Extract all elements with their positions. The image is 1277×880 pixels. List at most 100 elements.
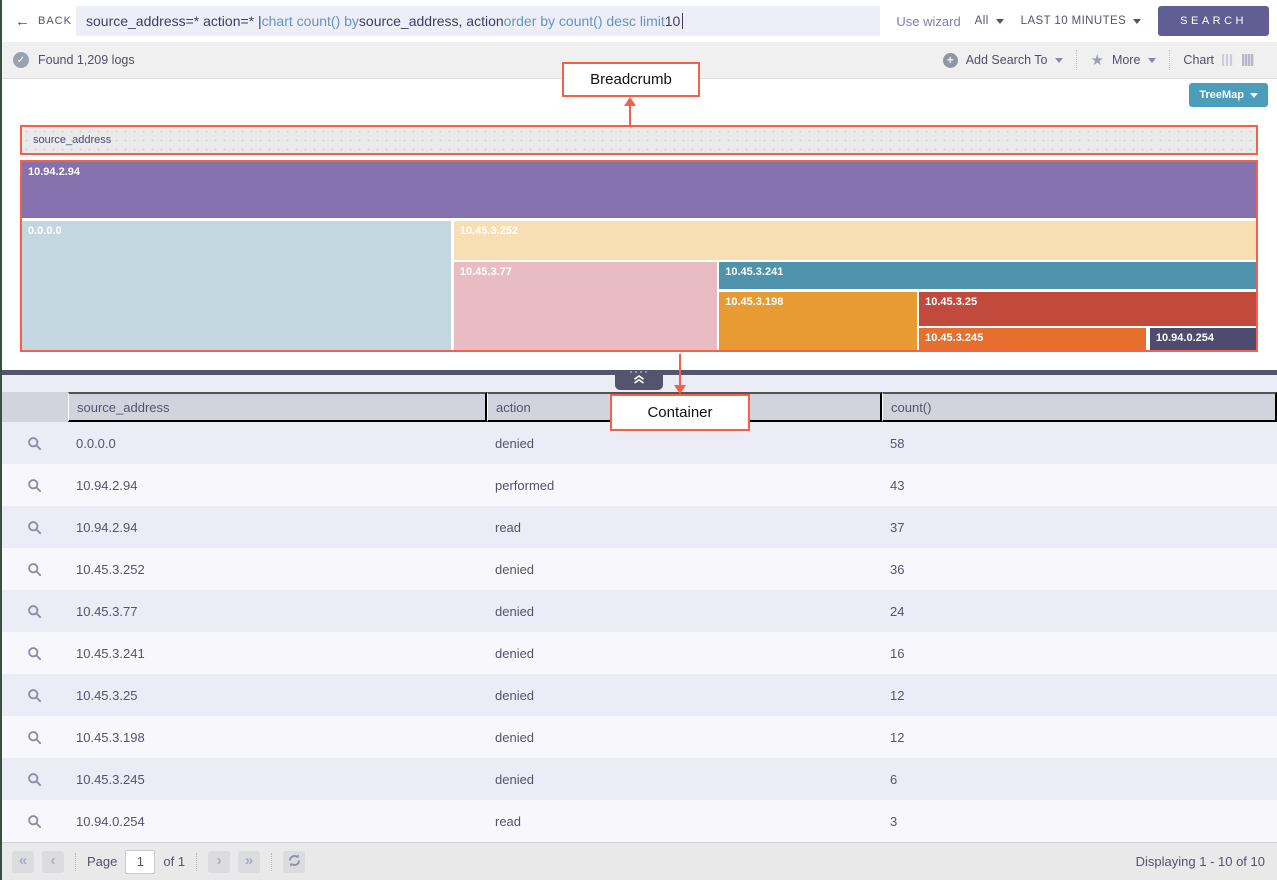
query-segment: source_address, action (359, 13, 504, 29)
time-range-dropdown[interactable]: LAST 10 MINUTES (1021, 15, 1142, 27)
text-cursor (682, 13, 683, 29)
magnifier-icon (27, 814, 42, 829)
row-inspect-button[interactable] (0, 814, 68, 829)
time-range-value: LAST 10 MINUTES (1021, 15, 1127, 27)
cell-action: denied (487, 562, 882, 577)
treemap-node[interactable]: 10.45.3.25 (919, 292, 1256, 326)
treemap-node[interactable]: 10.94.0.254 (1150, 328, 1256, 350)
double-chevron-up-icon (633, 375, 645, 384)
back-button[interactable]: ← BACK (0, 14, 76, 29)
row-inspect-button[interactable] (0, 478, 68, 493)
more-dropdown[interactable]: ★ More (1077, 49, 1169, 71)
chevron-down-icon (1148, 58, 1156, 63)
row-inspect-button[interactable] (0, 688, 68, 703)
treemap: 10.94.2.940.0.0.010.45.3.25210.45.3.7710… (20, 160, 1258, 352)
treemap-node[interactable]: 10.45.3.245 (919, 328, 1146, 350)
treemap-node-label: 10.45.3.25 (919, 292, 1256, 312)
table-row: 10.94.2.94performed43 (0, 464, 1277, 506)
search-button[interactable]: SEARCH (1158, 6, 1269, 36)
more-label: More (1112, 53, 1140, 67)
row-inspect-button[interactable] (0, 604, 68, 619)
annotation-breadcrumb-label: Breadcrumb (562, 62, 700, 97)
row-inspect-button[interactable] (0, 436, 68, 451)
plus-circle-icon: + (943, 53, 958, 68)
cell-source-address: 10.45.3.198 (68, 730, 487, 745)
treemap-node[interactable]: 10.45.3.252 (454, 221, 1256, 260)
add-search-to-dropdown[interactable]: + Add Search To (930, 49, 1077, 71)
cell-action: denied (487, 688, 882, 703)
magnifier-icon (27, 520, 42, 535)
breadcrumb-item-source-address[interactable]: source_address (33, 134, 111, 146)
collapse-chart-button[interactable] (615, 370, 663, 390)
first-page-button[interactable]: « (12, 851, 34, 873)
page-number-input[interactable] (125, 850, 155, 874)
toolbar-actions: + Add Search To ★ More Chart (930, 42, 1267, 78)
cell-count: 43 (882, 478, 1277, 493)
search-query-input[interactable]: source_address=* action=* | chart count(… (76, 6, 880, 36)
magnifier-icon (27, 604, 42, 619)
drag-handle-dots (630, 371, 647, 373)
row-inspect-button[interactable] (0, 772, 68, 787)
last-page-button[interactable]: » (238, 851, 260, 873)
row-inspect-button[interactable] (0, 562, 68, 577)
treemap-node[interactable]: 10.45.3.198 (719, 292, 916, 350)
cell-source-address: 10.94.0.254 (68, 814, 487, 829)
query-segment-keyword: chart count() by (262, 13, 359, 29)
page-label: Page (87, 854, 117, 869)
back-label: BACK (38, 15, 72, 27)
table-row: 10.45.3.252denied36 (0, 548, 1277, 590)
magnifier-icon (27, 436, 42, 451)
scope-dropdown-value: All (975, 15, 989, 27)
cell-source-address: 10.45.3.252 (68, 562, 487, 577)
cell-action: denied (487, 730, 882, 745)
magnifier-icon (27, 688, 42, 703)
chart-grid-view-icon[interactable] (1242, 54, 1254, 66)
chart-type-label: TreeMap (1199, 89, 1244, 101)
refresh-button[interactable] (283, 851, 305, 873)
row-inspect-button[interactable] (0, 730, 68, 745)
treemap-node[interactable]: 10.94.2.94 (22, 162, 1256, 218)
pagination-bar: « ‹ Page of 1 › » Displaying 1 - 10 of 1… (0, 842, 1277, 880)
row-inspect-button[interactable] (0, 520, 68, 535)
chevron-down-icon (996, 19, 1004, 24)
cell-action: denied (487, 436, 882, 451)
row-inspect-button[interactable] (0, 646, 68, 661)
magnifier-icon (27, 730, 42, 745)
cell-source-address: 0.0.0.0 (68, 436, 487, 451)
chart-type-dropdown[interactable]: TreeMap (1189, 83, 1268, 107)
cell-action: performed (487, 478, 882, 493)
scope-dropdown[interactable]: All (975, 15, 1004, 27)
app-window: ← BACK source_address=* action=* | chart… (0, 0, 1277, 880)
table-row: 10.45.3.245denied6 (0, 758, 1277, 800)
cell-count: 24 (882, 604, 1277, 619)
treemap-node[interactable]: 10.45.3.241 (719, 262, 1256, 289)
window-left-edge (0, 0, 2, 880)
prev-page-button[interactable]: ‹ (42, 851, 64, 873)
panel-divider (0, 370, 1277, 375)
annotation-arrow-line (629, 106, 631, 127)
chart-columns-view-icon[interactable] (1222, 54, 1234, 66)
cell-source-address: 10.94.2.94 (68, 520, 487, 535)
table-row: 10.45.3.241denied16 (0, 632, 1277, 674)
chart-panel: TreeMap source_address 10.94.2.940.0.0.0… (0, 79, 1277, 370)
annotation-arrow-line (679, 354, 681, 386)
treemap-node[interactable]: 10.45.3.77 (454, 262, 717, 350)
results-table: source_address action count() 0.0.0.0den… (0, 375, 1277, 842)
next-page-button[interactable]: › (208, 851, 230, 873)
cell-count: 12 (882, 688, 1277, 703)
magnifier-icon (27, 562, 42, 577)
use-wizard-link[interactable]: Use wizard (896, 14, 960, 29)
treemap-node-label: 10.45.3.245 (919, 328, 1146, 348)
treemap-node-label: 10.45.3.252 (454, 221, 1256, 241)
chart-label: Chart (1183, 53, 1214, 67)
table-row: 10.45.3.77denied24 (0, 590, 1277, 632)
table-row: 10.94.0.254read3 (0, 800, 1277, 842)
header-count[interactable]: count() (882, 392, 1277, 422)
cell-count: 16 (882, 646, 1277, 661)
treemap-node[interactable]: 0.0.0.0 (22, 221, 451, 350)
cell-count: 36 (882, 562, 1277, 577)
header-source-address[interactable]: source_address (68, 392, 487, 422)
treemap-node-label: 10.45.3.77 (454, 262, 717, 282)
pagination-separator (75, 853, 76, 871)
refresh-icon (287, 853, 302, 868)
